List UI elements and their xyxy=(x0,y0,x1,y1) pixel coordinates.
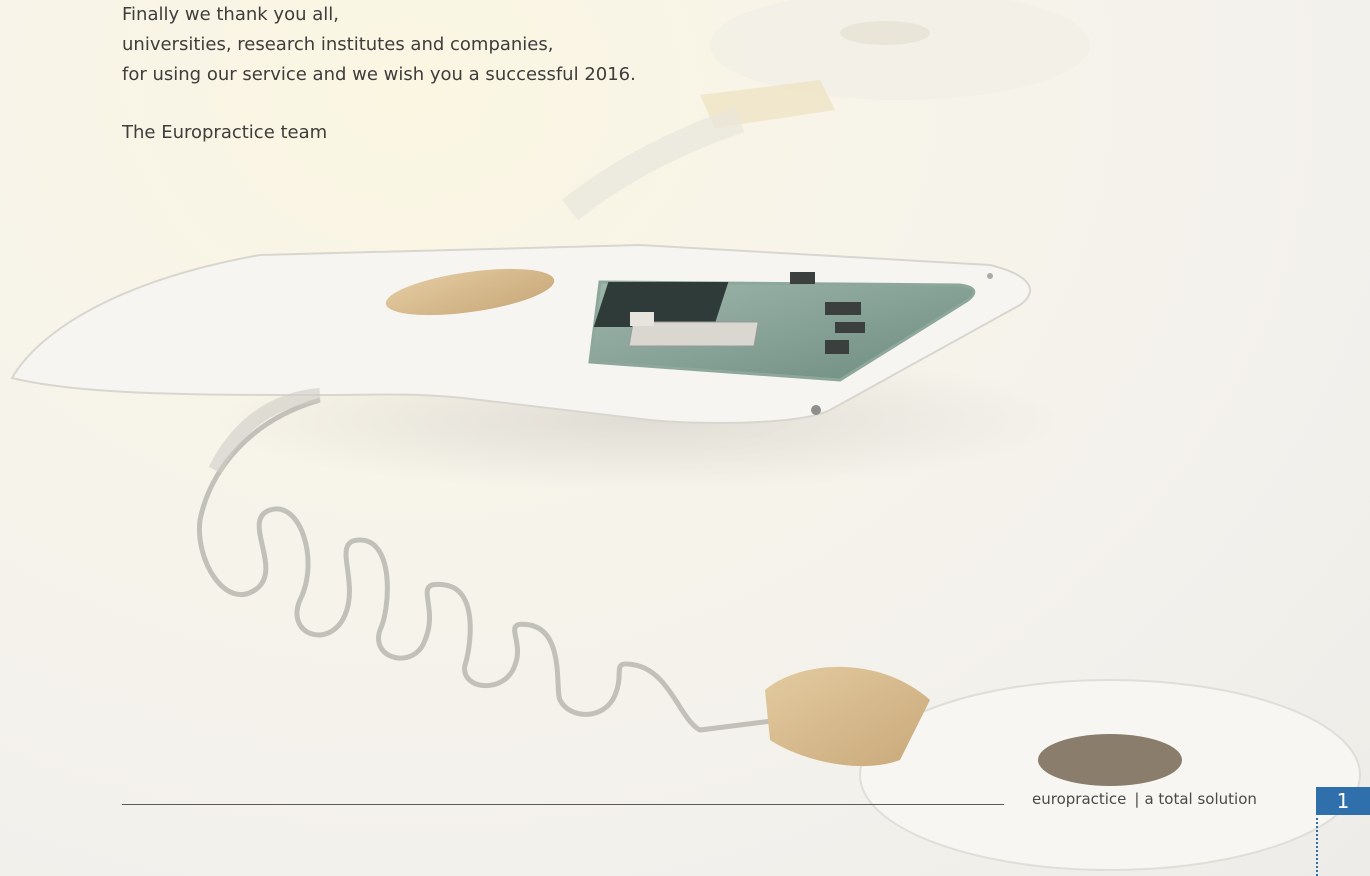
footer-brand: europractice xyxy=(1032,790,1127,808)
page-dotted-line xyxy=(1316,818,1318,876)
page-number-badge: 1 xyxy=(1316,787,1370,815)
footer-tagline: europractice | a total solution xyxy=(1032,790,1257,808)
footer-divider xyxy=(122,804,1004,805)
footer-slogan: a total solution xyxy=(1144,790,1257,808)
letter-line: for using our service and we wish you a … xyxy=(122,64,636,85)
letter-line: Finally we thank you all, xyxy=(122,4,339,25)
footer-separator: | xyxy=(1134,790,1140,808)
closing-letter: Finally we thank you all, universities, … xyxy=(122,0,822,148)
letter-line: universities, research institutes and co… xyxy=(122,34,554,55)
letter-signoff: The Europractice team xyxy=(122,122,328,143)
